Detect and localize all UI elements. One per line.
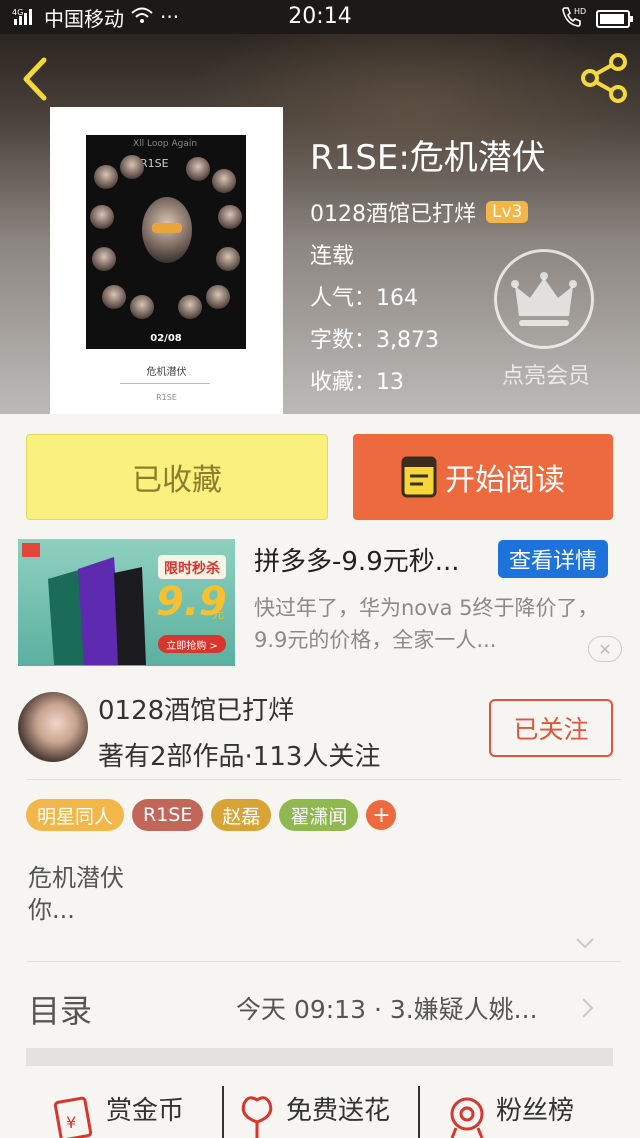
intro-line: 危机潜伏 — [28, 864, 124, 892]
cover-poster: Xll Loop Again R1SE 02/08 — [86, 135, 246, 349]
battery-icon — [596, 9, 633, 28]
ad-details-button[interactable]: 查看详情 — [498, 540, 608, 578]
tag[interactable]: 赵磊 — [211, 799, 272, 831]
tag[interactable]: R1SE — [132, 799, 204, 831]
book-icon — [401, 456, 437, 498]
poster-brand: R1SE — [140, 157, 169, 170]
crown-icon — [511, 272, 577, 326]
send-flower-button[interactable]: 免费送花 — [236, 1090, 390, 1138]
book-header: Xll Loop Again R1SE 02/08 危机潜伏 R1SE R1SE… — [0, 34, 640, 414]
ad-badge: 限时秒杀 — [164, 561, 220, 577]
author-level-badge: Lv3 — [486, 201, 529, 223]
divider — [26, 961, 622, 962]
medal-icon — [450, 1097, 484, 1138]
status-bar: 4G 中国移动 ··· 20:14 HD — [0, 0, 640, 34]
chevron-right-icon[interactable] — [580, 996, 596, 1020]
separator — [222, 1086, 224, 1138]
vip-label[interactable]: 点亮会员 — [496, 358, 596, 390]
poster-date: 02/08 — [150, 333, 182, 344]
svg-text:¥: ¥ — [66, 1113, 76, 1132]
toc-label[interactable]: 目录 — [28, 986, 92, 1032]
add-tag-icon[interactable]: + — [366, 800, 397, 830]
favorited-button[interactable]: 已收藏 — [26, 434, 328, 520]
start-reading-label: 开始阅读 — [445, 463, 565, 498]
fans-rank-label: 粉丝榜 — [496, 1096, 575, 1126]
cover-caption: 危机潜伏 — [146, 367, 187, 378]
section-separator — [26, 1048, 613, 1066]
reward-coins-label: 赏金币 — [106, 1096, 185, 1126]
expand-chevron-icon[interactable] — [574, 932, 596, 954]
reward-coins-button[interactable]: ¥ 赏金币 — [52, 1090, 184, 1138]
cover-caption-sub: R1SE — [156, 393, 177, 402]
separator — [418, 1086, 420, 1138]
ad-buy-now: 立即抢购 > — [166, 641, 218, 652]
ad-price-unit: 元 — [212, 607, 225, 621]
toc-latest-chapter[interactable]: 今天 09:13 · 3.嫌疑人姚... — [236, 990, 538, 1026]
ad-title[interactable]: 拼多多-9.9元秒... — [254, 541, 460, 578]
author-stats: 著有2部作品·113人关注 — [98, 742, 381, 772]
back-arrow-icon[interactable] — [14, 54, 58, 104]
svg-text:HD: HD — [574, 7, 586, 16]
share-icon[interactable] — [578, 52, 630, 104]
ad-description[interactable]: 快过年了，华为nova 5终于降价了，9.9元的价格，全家一人... — [254, 592, 619, 656]
divider — [26, 779, 622, 780]
book-intro[interactable]: 危机潜伏 你... — [28, 862, 124, 926]
tag-list: 明星同人 R1SE 赵磊 翟潇闻 + — [26, 799, 397, 831]
tag[interactable]: 翟潇闻 — [279, 799, 359, 831]
bottom-actions: ¥ 赏金币 免费送花 粉丝榜 — [0, 1076, 640, 1138]
flower-icon — [241, 1096, 273, 1138]
book-title: R1SE:危机潜伏 — [310, 138, 546, 178]
book-author[interactable]: 0128酒馆已打烊 — [310, 196, 476, 228]
red-envelope-icon: ¥ — [53, 1096, 93, 1138]
fans-rank-button[interactable]: 粉丝榜 — [446, 1090, 574, 1138]
author-avatar[interactable] — [18, 692, 88, 762]
followed-button[interactable]: 已关注 — [489, 699, 613, 757]
ad-close-icon[interactable]: ✕ — [588, 636, 622, 662]
start-reading-button[interactable]: 开始阅读 — [353, 434, 613, 520]
hd-call-icon: HD — [560, 6, 586, 31]
intro-line: 你... — [28, 896, 75, 924]
vip-crown-button[interactable] — [494, 249, 594, 349]
poster-tagline: Xll Loop Again — [132, 139, 198, 149]
author-name[interactable]: 0128酒馆已打烊 — [98, 690, 294, 727]
ad-image[interactable]: 限时秒杀 9.9 元 立即抢购 > — [18, 539, 235, 666]
send-flower-label: 免费送花 — [286, 1096, 391, 1126]
book-cover[interactable]: Xll Loop Again R1SE 02/08 危机潜伏 R1SE — [50, 107, 283, 414]
tag[interactable]: 明星同人 — [26, 799, 125, 831]
status-time: 20:14 — [288, 4, 352, 29]
